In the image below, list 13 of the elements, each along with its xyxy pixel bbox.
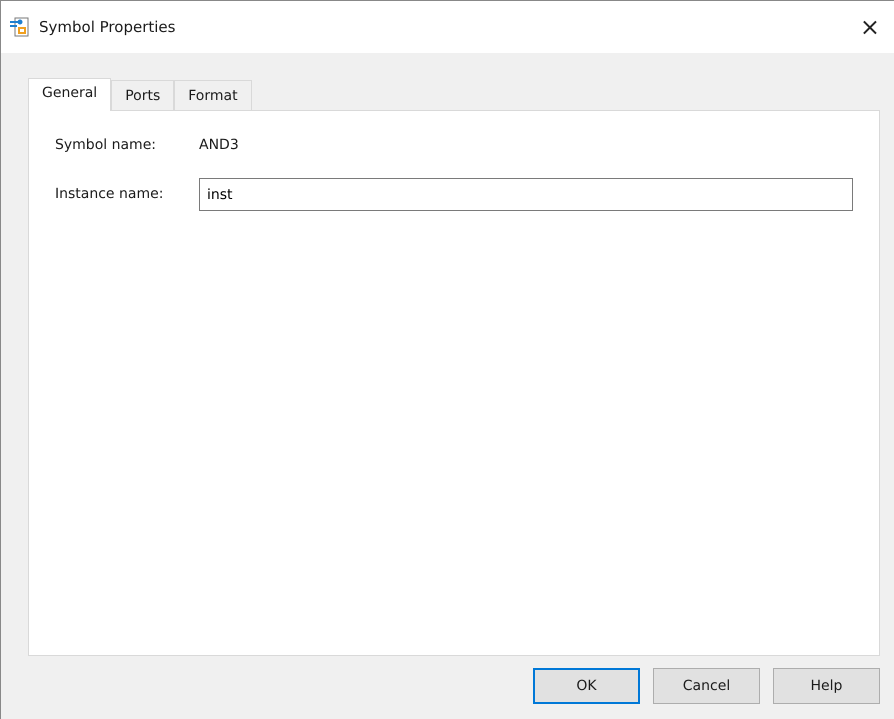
tab[interactable]: Format xyxy=(174,80,252,110)
instance-name-field[interactable]: inst xyxy=(199,178,853,211)
app-icon xyxy=(9,16,31,38)
field-label: Instance name: xyxy=(55,185,164,204)
dialog-button[interactable]: Help xyxy=(773,668,880,704)
field-value: AND3 xyxy=(199,136,239,155)
dialog-button[interactable]: Cancel xyxy=(653,668,760,704)
tab[interactable]: General xyxy=(28,78,112,111)
dialog-button[interactable]: OK xyxy=(533,668,640,704)
field-label: Symbol name: xyxy=(55,136,158,155)
close-button[interactable]: × xyxy=(854,15,886,39)
window-title: Symbol Properties xyxy=(39,16,176,38)
tab[interactable]: Ports xyxy=(111,80,174,110)
